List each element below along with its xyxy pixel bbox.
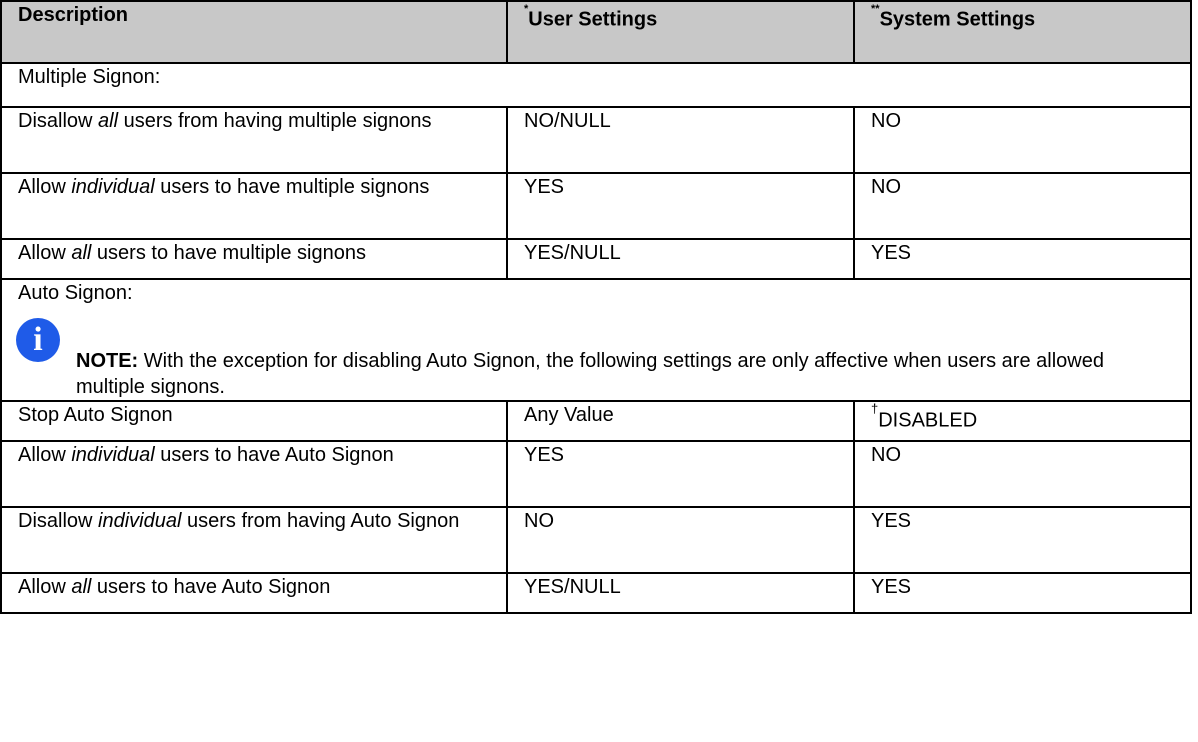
note-text: NOTE: With the exception for disabling A… <box>18 318 1178 400</box>
desc-text: Allow <box>18 176 72 198</box>
row-user-setting: NO <box>506 506 855 574</box>
row-description: Disallow individual users from having Au… <box>0 506 508 574</box>
table-row: Disallow individual users from having Au… <box>0 506 1192 574</box>
row-user-setting: YES <box>506 440 855 508</box>
system-setting-value: DISABLED <box>878 409 978 432</box>
row-user-setting: YES <box>506 172 855 240</box>
row-user-setting: Any Value <box>506 400 855 442</box>
row-description: Allow individual users to have multiple … <box>0 172 508 240</box>
header-system-settings: **System Settings <box>853 0 1192 64</box>
desc-text: Stop Auto Signon <box>18 404 173 426</box>
row-description: Allow individual users to have Auto Sign… <box>0 440 508 508</box>
row-system-setting: YES <box>853 506 1192 574</box>
desc-emphasis: individual <box>71 176 155 198</box>
desc-text: Disallow <box>18 510 99 532</box>
table-row: Allow individual users to have multiple … <box>0 172 1192 240</box>
header-row: Description *User Settings **System Sett… <box>0 0 1192 64</box>
desc-text: users to have multiple signons <box>91 242 366 264</box>
row-system-setting: YES <box>853 572 1192 614</box>
section-auto-signon: Auto Signon: i NOTE: With the exception … <box>0 278 1192 402</box>
row-description: Allow all users to have Auto Signon <box>0 572 508 614</box>
section-row-multiple: Multiple Signon: <box>0 62 1192 108</box>
desc-text: users to have Auto Signon <box>91 576 331 598</box>
row-user-setting: YES/NULL <box>506 238 855 280</box>
table-row: Stop Auto Signon Any Value †DISABLED <box>0 400 1192 442</box>
row-system-setting: YES <box>853 238 1192 280</box>
header-description: Description <box>0 0 508 64</box>
row-description: Stop Auto Signon <box>0 400 508 442</box>
desc-emphasis: individual <box>71 444 155 466</box>
row-description: Disallow all users from having multiple … <box>0 106 508 174</box>
desc-text: Allow <box>18 576 72 598</box>
note-block: i NOTE: With the exception for disabling… <box>16 318 1178 400</box>
header-user-settings: *User Settings <box>506 0 855 64</box>
header-system-settings-label: System Settings <box>879 8 1036 31</box>
desc-text: users from having Auto Signon <box>181 510 460 532</box>
table-row: Disallow all users from having multiple … <box>0 106 1192 174</box>
desc-emphasis: all <box>71 576 92 598</box>
section-auto-signon-title: Auto Signon: <box>18 282 133 304</box>
note-body: With the exception for disabling Auto Si… <box>76 350 1104 398</box>
desc-text: Allow <box>18 242 72 264</box>
row-description: Allow all users to have multiple signons <box>0 238 508 280</box>
desc-emphasis: all <box>71 242 92 264</box>
section-row-auto: Auto Signon: i NOTE: With the exception … <box>0 278 1192 402</box>
table-row: Allow all users to have Auto Signon YES/… <box>0 572 1192 614</box>
header-user-settings-label: User Settings <box>528 8 658 31</box>
section-multiple-signon: Multiple Signon: <box>0 62 1192 108</box>
dagger-footnote-mark: † <box>871 401 879 416</box>
row-system-setting: NO <box>853 106 1192 174</box>
system-settings-footnote-mark: ** <box>871 3 880 15</box>
desc-text: Allow <box>18 444 72 466</box>
desc-text: users to have Auto Signon <box>154 444 394 466</box>
desc-text: users from having multiple signons <box>118 110 432 132</box>
info-icon: i <box>16 318 60 362</box>
row-system-setting: NO <box>853 172 1192 240</box>
note-label: NOTE: <box>76 350 139 372</box>
desc-emphasis: individual <box>98 510 182 532</box>
row-system-setting: †DISABLED <box>853 400 1192 442</box>
signon-settings-table: Description *User Settings **System Sett… <box>0 0 1192 614</box>
row-user-setting: NO/NULL <box>506 106 855 174</box>
desc-emphasis: all <box>98 110 119 132</box>
user-settings-footnote-mark: * <box>524 3 529 15</box>
row-user-setting: YES/NULL <box>506 572 855 614</box>
desc-text: Disallow <box>18 110 99 132</box>
table-row: Allow all users to have multiple signons… <box>0 238 1192 280</box>
row-system-setting: NO <box>853 440 1192 508</box>
table-row: Allow individual users to have Auto Sign… <box>0 440 1192 508</box>
desc-text: users to have multiple signons <box>154 176 430 198</box>
